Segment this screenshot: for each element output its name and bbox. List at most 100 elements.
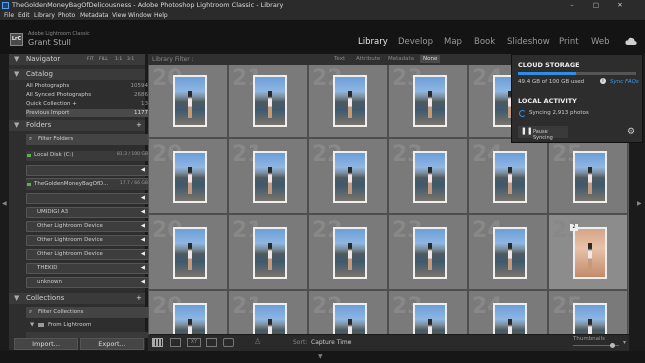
grid-cell[interactable]: 20 xyxy=(148,62,228,138)
grid-cell[interactable]: 20 xyxy=(148,290,228,334)
menu-help[interactable]: Help xyxy=(154,12,168,19)
cloud-sync-icon[interactable] xyxy=(625,37,637,46)
loupe-view-icon[interactable] xyxy=(170,338,181,347)
minimize-button[interactable]: – xyxy=(562,0,582,11)
photo-thumbnail[interactable] xyxy=(253,227,287,279)
device-other-3[interactable]: Other Lightroom Device ◀ xyxy=(26,249,150,260)
device-other-1[interactable]: Other Lightroom Device ◀ xyxy=(26,221,150,232)
photo-thumbnail[interactable] xyxy=(493,151,527,203)
catalog-item-all[interactable]: All Photographs 10594 xyxy=(26,82,150,90)
grid-cell[interactable]: 21 xyxy=(228,138,308,214)
module-library[interactable]: Library xyxy=(358,37,388,47)
grid-cell[interactable]: 20 xyxy=(148,214,228,290)
grid-cell[interactable]: 23 xyxy=(388,290,468,334)
photo-thumbnail[interactable] xyxy=(173,151,207,203)
grid-cell[interactable]: 23 xyxy=(388,138,468,214)
photo-thumbnail[interactable] xyxy=(253,75,287,127)
menu-file[interactable]: File xyxy=(4,12,14,19)
navigator-header[interactable]: ▼ Navigator FIT FILL 1:1 3:1 xyxy=(9,54,145,65)
grid-cell[interactable]: 22 xyxy=(308,138,388,214)
left-panel-toggle[interactable]: ◀ xyxy=(2,200,7,207)
catalog-item-synced[interactable]: All Synced Photographs 2686 xyxy=(26,91,150,99)
add-collection-icon[interactable]: + xyxy=(136,293,142,304)
filter-attribute[interactable]: Attribute xyxy=(356,56,380,62)
photo-thumbnail[interactable] xyxy=(493,227,527,279)
photo-thumbnail[interactable] xyxy=(253,303,287,334)
photo-thumbnail[interactable] xyxy=(333,75,367,127)
photo-thumbnail[interactable] xyxy=(413,75,447,127)
device-umidigi[interactable]: UMIDIGI A3 ◀ xyxy=(26,207,150,218)
catalog-item-previous[interactable]: Previous Import 1177 xyxy=(26,109,150,117)
menu-edit[interactable]: Edit xyxy=(18,12,30,19)
volume-external[interactable]: TheGoldenMoneyBagOfD... 17.7 / 66 GB xyxy=(26,180,150,190)
zoom-fit[interactable]: FIT xyxy=(87,54,94,65)
grid-cell[interactable]: 20 xyxy=(148,138,228,214)
grid-cell[interactable]: 24 xyxy=(468,138,548,214)
grid-cell[interactable]: 21 xyxy=(228,62,308,138)
menu-metadata[interactable]: Metadata xyxy=(80,12,108,19)
menu-library[interactable]: Library xyxy=(34,12,55,19)
filter-none[interactable]: None xyxy=(420,55,441,63)
device-unknown[interactable]: unknown ◀ xyxy=(26,277,150,288)
photo-thumbnail[interactable] xyxy=(173,303,207,334)
grid-cell[interactable]: 21 xyxy=(228,214,308,290)
filter-folders-field[interactable]: ⌕ Filter Folders xyxy=(26,134,150,145)
filter-text[interactable]: Text xyxy=(334,56,345,62)
maximize-button[interactable]: □ xyxy=(586,0,606,11)
module-print[interactable]: Print xyxy=(559,37,579,47)
folder-row[interactable]: ◀ xyxy=(26,193,150,204)
module-slideshow[interactable]: Slideshow xyxy=(507,37,550,47)
filter-collections-field[interactable]: ⌕ Filter Collections xyxy=(26,307,150,318)
import-button[interactable]: Import... xyxy=(14,338,78,350)
photo-thumbnail[interactable] xyxy=(413,303,447,334)
folders-header[interactable]: ▼ Folders + xyxy=(9,120,145,131)
compare-view-icon[interactable]: XY xyxy=(187,338,201,347)
grid-cell[interactable]: 25 xyxy=(548,290,628,334)
close-button[interactable]: ✕ xyxy=(610,0,630,11)
module-web[interactable]: Web xyxy=(591,37,610,47)
zoom-3-1[interactable]: 3:1 xyxy=(127,54,134,65)
volume-local-disk[interactable]: Local Disk (C:) 81.3 / 100 GB xyxy=(26,151,150,161)
grid-cell[interactable]: 24 xyxy=(468,214,548,290)
sync-faqs-link[interactable]: Sync FAQs xyxy=(610,79,639,85)
add-folder-icon[interactable]: + xyxy=(136,120,142,131)
menu-window[interactable]: Window xyxy=(128,12,152,19)
photo-thumbnail[interactable] xyxy=(493,303,527,334)
catalog-header[interactable]: ▼ Catalog xyxy=(9,69,145,80)
pause-syncing-button[interactable]: ❚❚ Pause Syncing xyxy=(518,126,568,141)
toolbar-menu-icon[interactable]: ▾ xyxy=(623,339,626,346)
zoom-fill[interactable]: FILL xyxy=(99,54,108,65)
grid-cell[interactable]: 23 xyxy=(388,62,468,138)
grid-cell[interactable]: 22 xyxy=(308,62,388,138)
sort-dropdown[interactable]: Capture Time xyxy=(311,339,351,346)
photo-thumbnail[interactable] xyxy=(573,227,607,279)
photo-thumbnail[interactable] xyxy=(333,151,367,203)
menu-view[interactable]: View xyxy=(112,12,126,19)
photo-thumbnail[interactable] xyxy=(573,303,607,334)
filmstrip-toggle-icon[interactable]: ▼ xyxy=(318,353,323,360)
photo-thumbnail[interactable] xyxy=(253,151,287,203)
photo-thumbnail[interactable] xyxy=(173,227,207,279)
gear-icon[interactable]: ⚙ xyxy=(627,127,635,137)
painter-icon[interactable]: ♙ xyxy=(254,337,261,346)
module-map[interactable]: Map xyxy=(444,37,462,47)
photo-thumbnail[interactable] xyxy=(413,151,447,203)
photo-thumbnail[interactable] xyxy=(333,227,367,279)
grid-cell[interactable]: 24 xyxy=(468,290,548,334)
photo-thumbnail[interactable] xyxy=(573,151,607,203)
collections-header[interactable]: ▼ Collections + xyxy=(9,293,145,304)
right-panel-toggle[interactable]: ▶ xyxy=(637,200,642,207)
export-button[interactable]: Export... xyxy=(80,338,144,350)
photo-thumbnail[interactable] xyxy=(333,303,367,334)
grid-view-icon[interactable] xyxy=(152,338,163,347)
grid-cell[interactable]: 22 xyxy=(308,290,388,334)
grid-cell[interactable]: 22 xyxy=(308,214,388,290)
catalog-item-quick[interactable]: Quick Collection + 13 xyxy=(26,100,150,108)
slider-handle[interactable] xyxy=(610,343,615,348)
people-view-icon[interactable] xyxy=(223,338,234,347)
menu-photo[interactable]: Photo xyxy=(58,12,75,19)
grid-cell[interactable]: 23 xyxy=(388,214,468,290)
photo-thumbnail[interactable] xyxy=(413,227,447,279)
device-thekid[interactable]: THEKID ◀ xyxy=(26,263,150,274)
grid-cell[interactable]: 25 2 xyxy=(548,214,628,290)
